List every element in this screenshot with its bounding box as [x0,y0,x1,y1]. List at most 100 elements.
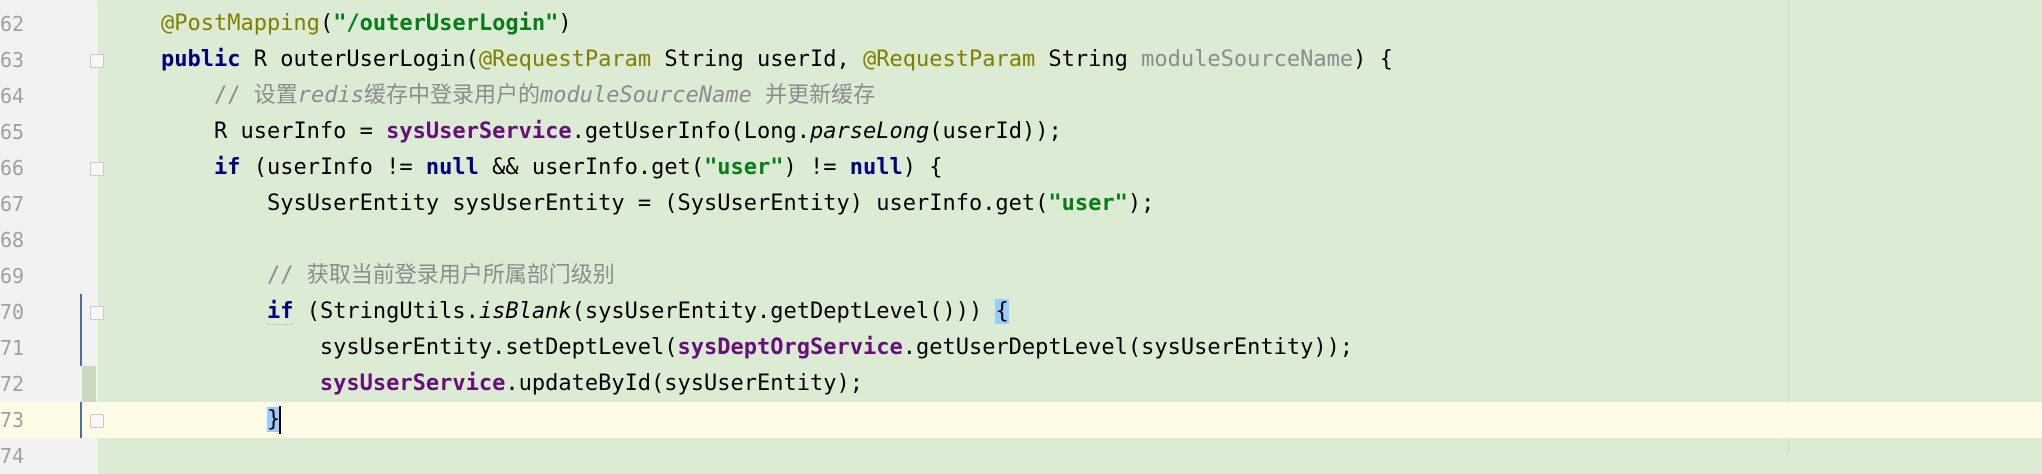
code-line[interactable]: 71 sysUserEntity.setDeptLevel(sysDeptOrg… [0,330,2042,366]
keyword: null [849,155,903,180]
line-number: 73 [0,408,25,432]
code-text[interactable]: SysUserEntity sysUserEntity = (SysUserEn… [108,186,1154,222]
keyword: if [213,155,241,180]
annotation: @RequestParam [478,47,652,72]
matched-brace: } [266,407,281,432]
code-token: .getUserDeptLevel(sysUserEntity)); [902,335,1354,360]
code-token: ) { [902,155,943,180]
code-text[interactable]: sysUserEntity.setDeptLevel(sysDeptOrgSer… [108,330,1353,366]
line-number: 74 [0,444,25,468]
line-number: 64 [0,84,25,108]
code-token: String userId, [651,47,863,72]
static-method: isBlank [478,299,572,324]
string-literal: "user" [704,155,784,180]
fold-marker-icon[interactable] [90,162,104,176]
annotation: @RequestParam [863,47,1036,72]
code-line[interactable]: 70 if (StringUtils.isBlank(sysUserEntity… [0,294,2042,330]
code-text[interactable]: if (userInfo != null && userInfo.get("us… [108,150,943,186]
code-line[interactable]: 63 public R outerUserLogin(@RequestParam… [0,42,2042,78]
code-text[interactable]: @PostMapping("/outerUserLogin") [108,6,572,42]
comment: moduleSourceName [539,83,752,108]
line-number: 65 [0,120,25,144]
vcs-change-marker[interactable] [80,402,82,438]
comment: redis [297,83,364,108]
code-text[interactable]: R userInfo = sysUserService.getUserInfo(… [108,114,1062,150]
vcs-change-marker[interactable] [80,294,82,330]
code-token: String [1035,47,1142,72]
code-token: ) != [783,155,850,180]
code-text[interactable]: sysUserService.updateById(sysUserEntity)… [108,366,863,402]
code-text[interactable]: if (StringUtils.isBlank(sysUserEntity.ge… [108,294,1009,330]
code-line[interactable]: 64 // 设置redis缓存中登录用户的moduleSourceName 并更… [0,78,2042,114]
field-reference: sysUserService [319,371,506,396]
static-method: parseLong [810,119,930,144]
code-token: (sysUserEntity.getDeptLevel())) [571,299,996,324]
line-number: 70 [0,300,25,324]
fold-marker-icon[interactable] [90,306,104,320]
vcs-change-marker[interactable] [80,330,82,366]
line-number: 69 [0,264,25,288]
field-reference: sysUserService [386,119,572,144]
comment: 缓存中登录用户的 [363,83,540,108]
line-number: 72 [0,372,25,396]
code-token: ( [319,11,334,36]
string-literal: "/outerUserLogin" [333,11,559,36]
code-text[interactable]: // 获取当前登录用户所属部门级别 [108,258,615,294]
code-line[interactable]: 65 R userInfo = sysUserService.getUserIn… [0,114,2042,150]
line-number: 68 [0,228,25,252]
line-number: 63 [0,48,25,72]
comment: // 获取当前登录用户所属部门级别 [266,263,615,288]
code-token: SysUserEntity sysUserEntity = (SysUserEn… [266,191,1049,216]
annotation: @PostMapping [160,11,320,36]
line-number: 71 [0,336,25,360]
keyword: if [266,299,294,325]
keyword: public [160,47,241,72]
code-text[interactable]: // 设置redis缓存中登录用户的moduleSourceName 并更新缓存 [108,78,875,114]
fold-marker-icon[interactable] [90,54,104,68]
code-line[interactable]: 74 [0,438,2042,474]
comment: 并更新缓存 [751,83,876,108]
vcs-change-marker[interactable] [82,366,96,402]
code-line[interactable]: 69 // 获取当前登录用户所属部门级别 [0,258,2042,294]
code-line[interactable]: 73 } [0,402,2042,438]
line-number: 66 [0,156,25,180]
code-text[interactable]: } [108,402,282,438]
code-token: ) { [1353,47,1393,72]
code-token: ) [558,11,572,36]
string-literal: "user" [1048,191,1128,216]
field-reference: sysDeptOrgService [677,335,903,360]
code-line[interactable]: 67 SysUserEntity sysUserEntity = (SysUse… [0,186,2042,222]
code-line[interactable]: 66 if (userInfo != null && userInfo.get(… [0,150,2042,186]
code-token: (StringUtils. [293,299,479,324]
line-number: 62 [0,12,25,36]
comment: // 设置 [213,83,298,108]
code-line[interactable]: 72 sysUserService.updateById(sysUserEnti… [0,366,2042,402]
fold-marker-icon[interactable] [90,414,104,428]
line-number: 67 [0,192,25,216]
unused-parameter: moduleSourceName [1141,47,1354,72]
code-line[interactable]: 68 [0,222,2042,258]
code-token: ); [1127,191,1155,216]
code-token: .getUserInfo(Long. [571,119,811,144]
code-token: (userId)); [929,119,1062,144]
text-caret [279,406,282,434]
code-token: sysUserEntity.setDeptLevel( [319,335,678,360]
matched-brace: { [995,299,1009,324]
code-line[interactable]: 62 @PostMapping("/outerUserLogin") [0,6,2042,42]
code-token: && userInfo.get( [478,155,705,180]
code-editor[interactable]: 62 @PostMapping("/outerUserLogin") 63 pub… [0,0,2042,474]
code-token: R userInfo = [213,119,387,144]
code-text[interactable]: public R outerUserLogin(@RequestParam St… [108,42,1393,78]
keyword: null [425,155,479,180]
code-token: .updateById(sysUserEntity); [505,371,863,396]
code-token: (userInfo != [240,155,426,180]
